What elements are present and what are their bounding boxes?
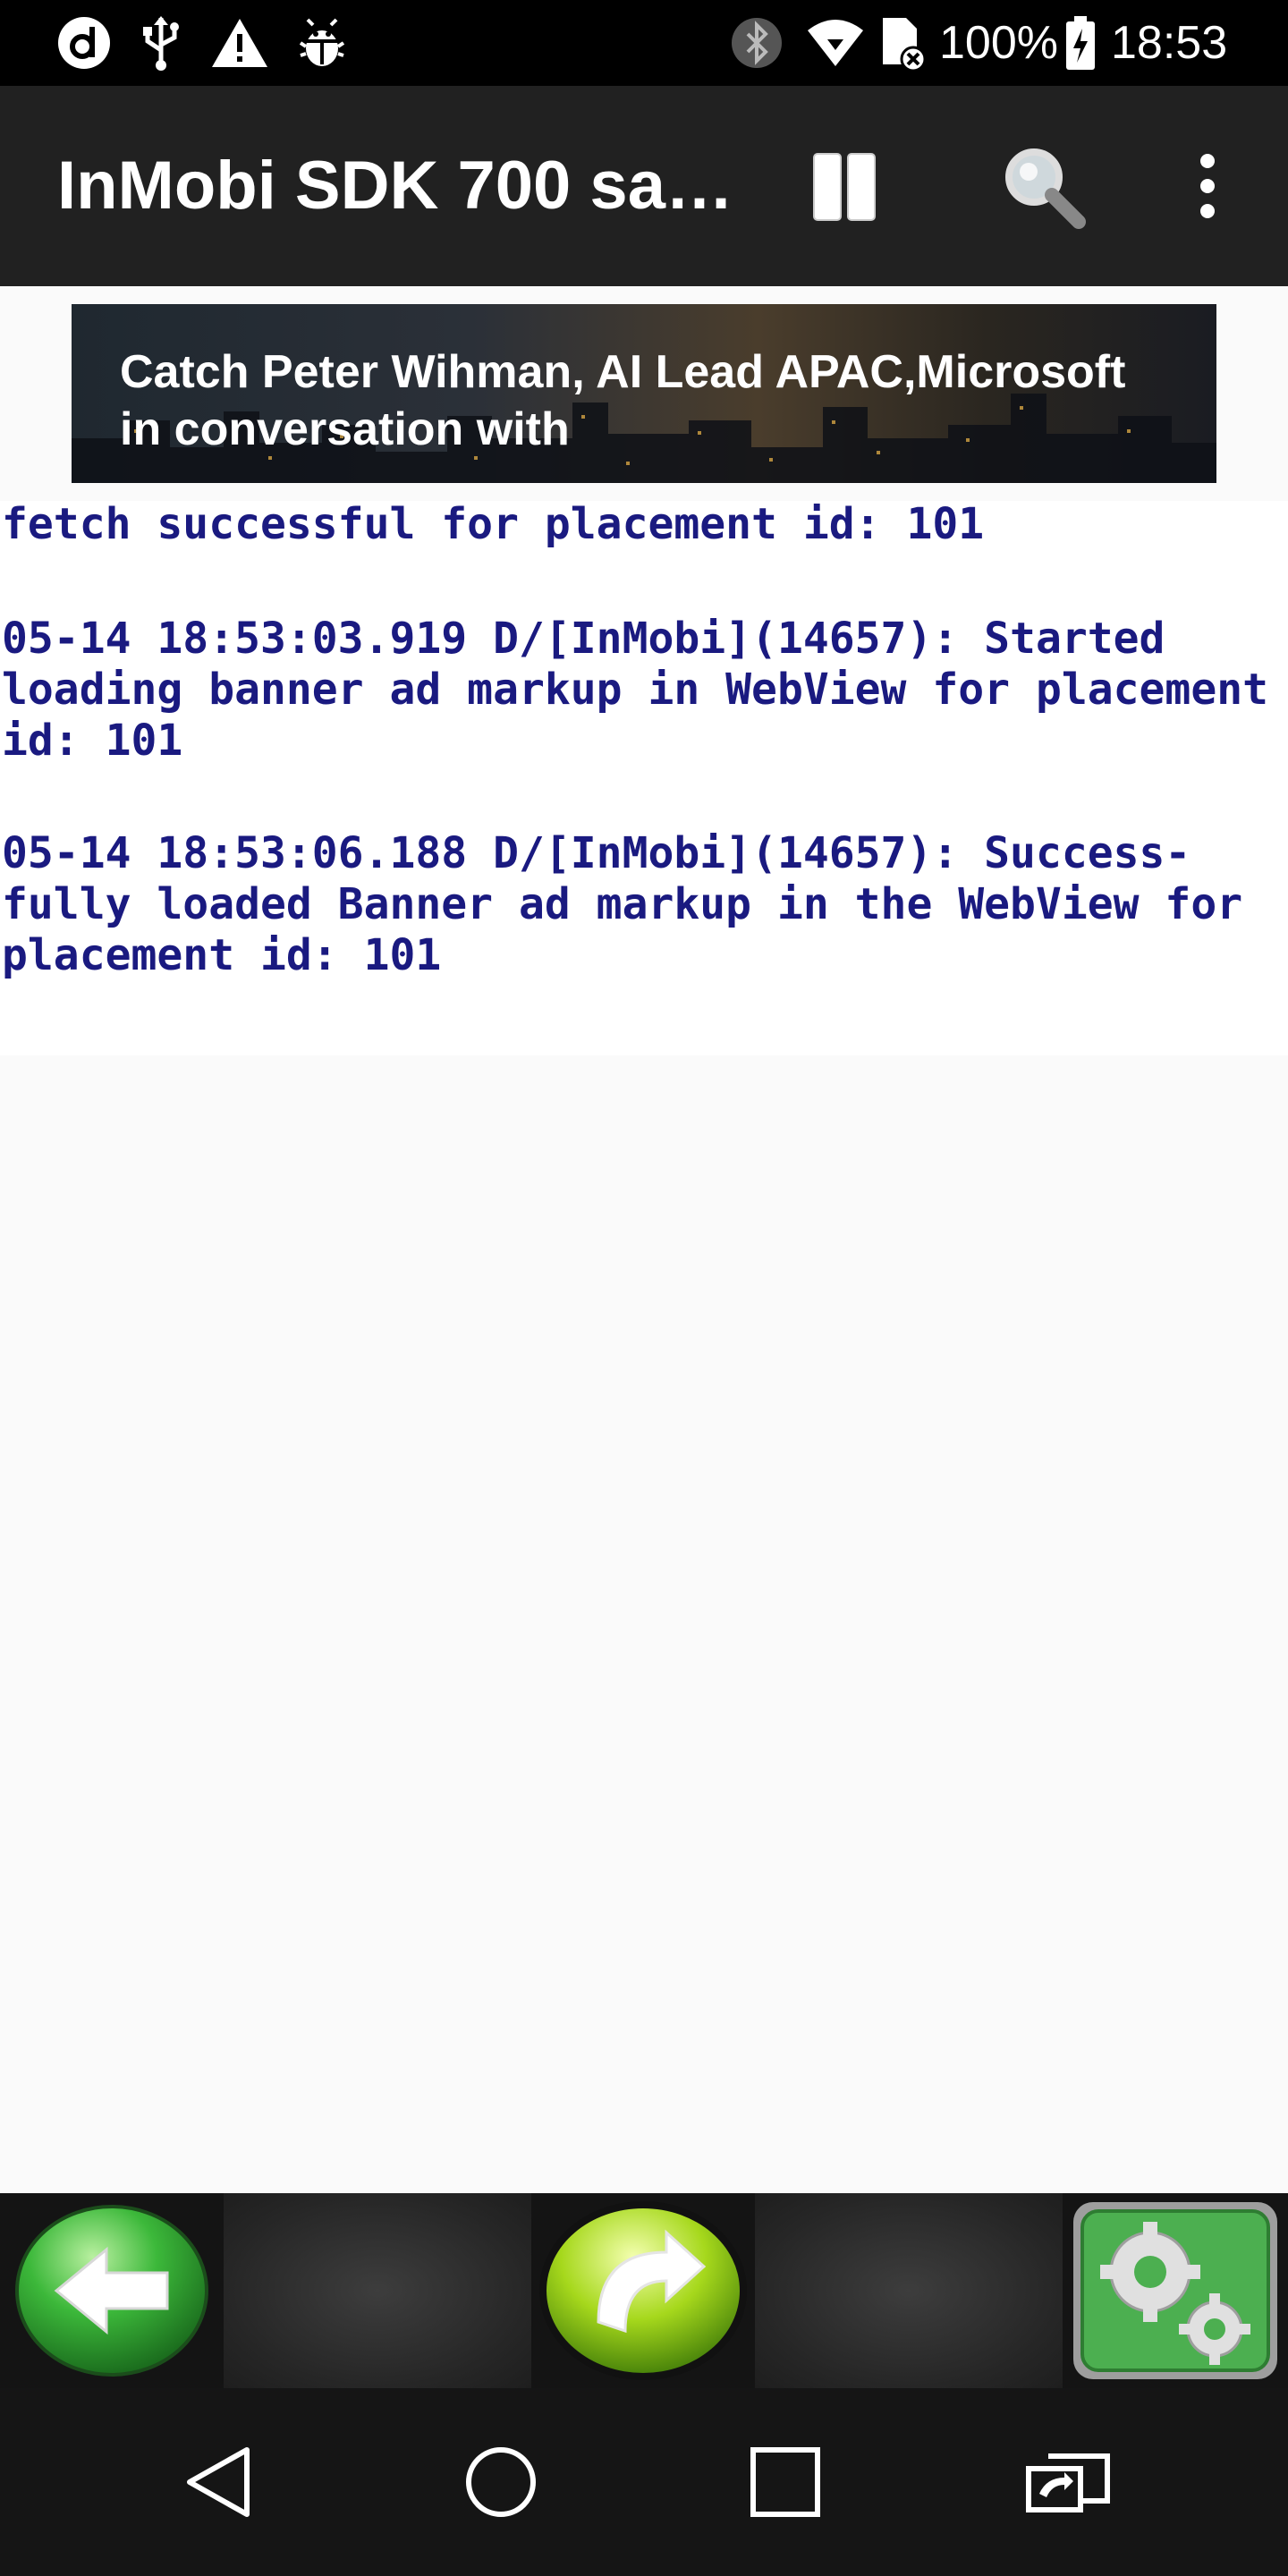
log-entry: 05-14 18:53:06.188 D/[InMobi](14657): Su…	[2, 828, 1269, 980]
overflow-menu-button[interactable]	[1154, 132, 1261, 240]
nav-home-icon	[466, 2447, 536, 2517]
nav-recents-button[interactable]	[732, 2428, 839, 2536]
nav-home-button[interactable]	[447, 2428, 555, 2536]
ad-subline: in conversation with	[120, 403, 570, 455]
nav-back-icon	[187, 2447, 250, 2517]
log-entry: 05-14 18:53:03.919 D/[InMobi](14657): St…	[2, 614, 1269, 766]
ad-banner[interactable]: Catch Peter Wihman, AI Lead APAC,Microso…	[72, 304, 1216, 483]
battery-charging-icon	[1061, 9, 1100, 77]
settings-button[interactable]	[1063, 2193, 1288, 2388]
back-arrow-icon	[15, 2205, 208, 2377]
pause-button[interactable]	[791, 132, 898, 240]
search-button[interactable]	[989, 132, 1097, 240]
search-icon	[1005, 148, 1086, 229]
sim-no-service-icon	[875, 9, 928, 77]
screen-cast-icon	[1026, 2453, 1110, 2512]
refresh-button[interactable]	[531, 2193, 755, 2388]
screen-cast-button[interactable]	[1014, 2428, 1122, 2536]
refresh-icon	[539, 2201, 747, 2380]
log-output[interactable]: fetch successful for placement id: 101 0…	[0, 501, 1288, 1055]
usb-icon	[132, 9, 190, 77]
more-vert-icon	[1200, 154, 1215, 218]
app-title: InMobi SDK 700 sa…	[57, 148, 733, 224]
bluetooth-icon	[726, 9, 787, 77]
clock: 18:53	[1111, 17, 1228, 69]
android-debug-icon	[288, 9, 356, 77]
log-entry: fetch successful for placement id: 101	[2, 501, 985, 549]
bottom-toolbar	[0, 2193, 1288, 2388]
wifi-icon	[803, 9, 868, 77]
d-app-icon	[50, 9, 118, 77]
navigation-bar	[0, 2388, 1288, 2576]
toolbar-spacer	[755, 2193, 1063, 2388]
nav-back-button[interactable]	[165, 2428, 272, 2536]
ad-area: Catch Peter Wihman, AI Lead APAC,Microso…	[0, 286, 1288, 501]
pause-icon	[813, 153, 876, 221]
nav-recents-icon	[750, 2447, 820, 2517]
status-bar: 100% 18:53	[0, 0, 1288, 86]
toolbar-spacer	[224, 2193, 531, 2388]
back-button[interactable]	[0, 2193, 224, 2388]
ad-headline: Catch Peter Wihman, AI Lead APAC,Microso…	[120, 346, 1126, 398]
warning-icon	[206, 9, 274, 77]
app-bar: InMobi SDK 700 sa…	[0, 86, 1288, 286]
ad-text: Catch Peter Wihman, AI Lead APAC,Microso…	[120, 343, 1125, 458]
battery-percent: 100%	[939, 17, 1058, 69]
settings-gears-icon	[1073, 2202, 1277, 2379]
